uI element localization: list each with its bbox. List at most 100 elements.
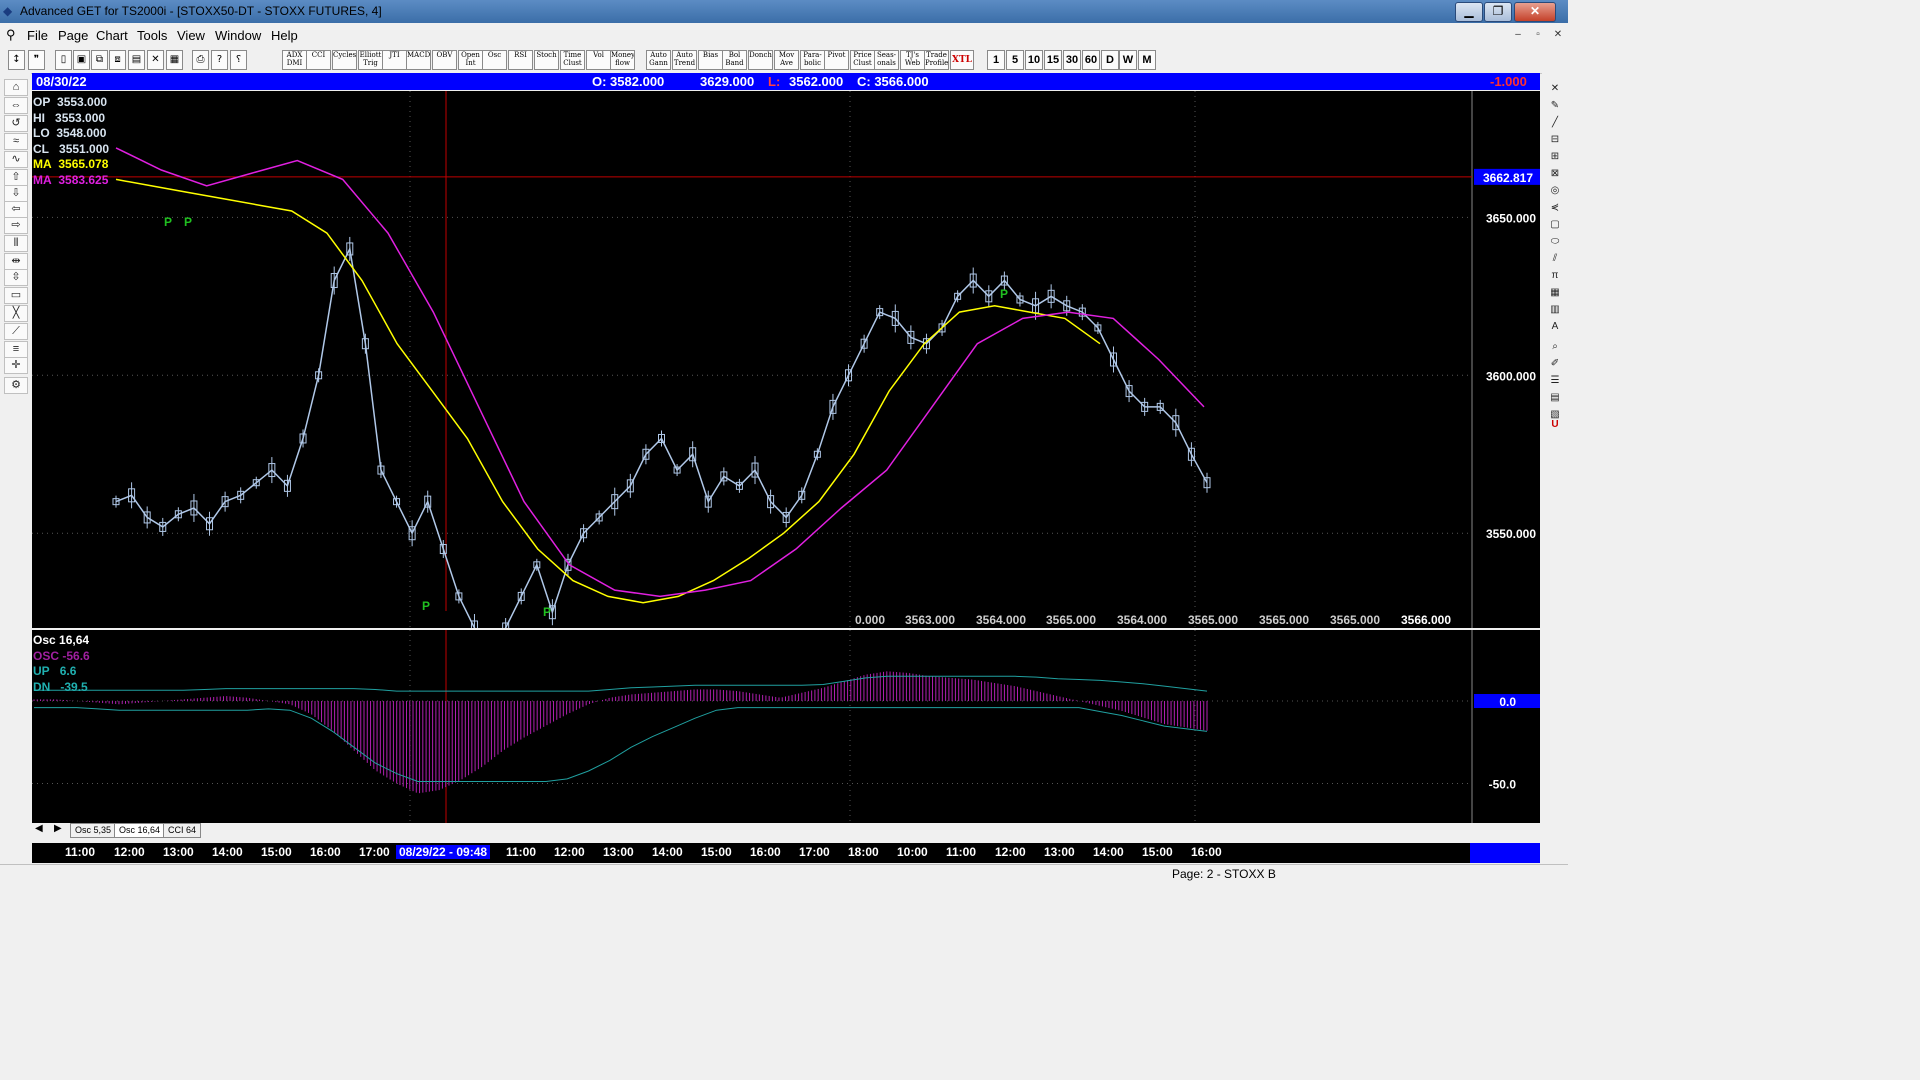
maximize-button[interactable]: ❐ xyxy=(1484,2,1512,22)
timeframe-button-15[interactable]: 15 xyxy=(1044,50,1062,70)
study-button-cci[interactable]: CCI xyxy=(306,50,331,70)
delete-icon[interactable]: ✕ xyxy=(147,50,164,70)
tab-osc-5-35[interactable]: Osc 5,35 xyxy=(70,823,117,838)
menu-window[interactable]: Window xyxy=(215,28,261,43)
mob-icon[interactable]: ▥ xyxy=(1546,302,1564,317)
study-button-price-clust[interactable]: Price Clust xyxy=(850,50,875,70)
marker-icon[interactable]: ✐ xyxy=(1546,356,1564,371)
crosshair-icon[interactable]: ✛ xyxy=(4,357,28,374)
study-button-obv[interactable]: OBV xyxy=(432,50,457,70)
tab-osc-16-64[interactable]: Osc 16,64 xyxy=(114,823,166,838)
elliott-icon[interactable]: ∿ xyxy=(4,151,28,168)
minimize-button[interactable]: ▁ xyxy=(1455,2,1483,22)
study-button-elliott-trig[interactable]: Elliott Trig xyxy=(358,50,383,70)
study-button-tj-s-web[interactable]: TJ's Web xyxy=(900,50,925,70)
document-icon[interactable]: ⚲ xyxy=(6,27,16,43)
undo-icon[interactable]: U xyxy=(1546,417,1564,432)
timeframe-button-w[interactable]: W xyxy=(1119,50,1137,70)
grid-icon[interactable]: ▦ xyxy=(166,50,183,70)
box-icon[interactable]: ▢ xyxy=(1546,217,1564,232)
window-icon[interactable]: ▭ xyxy=(4,287,28,304)
study-button-mov-ave[interactable]: Mov Ave xyxy=(774,50,799,70)
line-icon[interactable]: ╱ xyxy=(1546,115,1564,130)
tab-scroll-left-icon[interactable]: ◀ xyxy=(35,823,43,834)
mdi-close-button[interactable]: ✕ xyxy=(1550,27,1566,42)
timeframe-button-5[interactable]: 5 xyxy=(1006,50,1024,70)
close-button[interactable]: ✕ xyxy=(1514,2,1556,22)
study-button-money-flow[interactable]: Money flow xyxy=(610,50,635,70)
timeframe-button-d[interactable]: D xyxy=(1101,50,1119,70)
study-button-time-clust[interactable]: Time Clust xyxy=(560,50,585,70)
menu-tools[interactable]: Tools xyxy=(137,28,167,43)
compress-icon[interactable]: ⫴ xyxy=(4,235,28,252)
study-button-vol[interactable]: Vol xyxy=(586,50,611,70)
pencil-icon[interactable]: ✎ xyxy=(1546,98,1564,113)
arrow-right-icon[interactable]: ⇨ xyxy=(4,217,28,234)
fib-extension-icon[interactable]: ⊞ xyxy=(1546,149,1564,164)
fan-icon[interactable]: ⋞ xyxy=(1546,200,1564,215)
channel-icon[interactable]: ⫽ xyxy=(1546,251,1564,266)
study-button-macd[interactable]: MACD xyxy=(406,50,431,70)
study-button-seas-onals[interactable]: Seas- onals xyxy=(874,50,899,70)
printer-icon[interactable]: ⎙ xyxy=(192,50,209,70)
study-button-open-int[interactable]: Open Int xyxy=(458,50,483,70)
study-button-bias[interactable]: Bias xyxy=(698,50,723,70)
magnifier-icon[interactable]: ⌕ xyxy=(1546,339,1564,354)
mdi-minimize-button[interactable]: – xyxy=(1510,27,1526,42)
study-button-auto-trend[interactable]: Auto Trend xyxy=(672,50,697,70)
study-button-adx-dmi[interactable]: ADX DMI xyxy=(282,50,307,70)
study-button-stoch[interactable]: Stoch xyxy=(534,50,559,70)
fib-icon[interactable]: ≡ xyxy=(4,341,28,358)
context-help-icon[interactable]: ⸮ xyxy=(230,50,247,70)
text-icon[interactable]: A xyxy=(1546,319,1564,334)
cross-icon[interactable]: ✕ xyxy=(1546,81,1564,96)
gann-icon[interactable]: ⟋ xyxy=(4,323,28,340)
arrow-left-icon[interactable]: ⇦ xyxy=(4,201,28,218)
tab-scroll-right-icon[interactable]: ▶ xyxy=(54,823,62,834)
study-button-trade-profile[interactable]: Trade Profile xyxy=(924,50,949,70)
quote-icon[interactable]: ❞ xyxy=(28,50,45,70)
expand-horizontal-icon[interactable]: ⇹ xyxy=(4,253,28,270)
fib-time-icon[interactable]: ⊠ xyxy=(1546,166,1564,181)
pointer-icon[interactable]: ↕ xyxy=(8,50,25,70)
timeframe-button-m[interactable]: M xyxy=(1138,50,1156,70)
study-button-auto-gann[interactable]: Auto Gann xyxy=(646,50,671,70)
calculator-icon[interactable]: ▤ xyxy=(1546,390,1564,405)
menu-help[interactable]: Help xyxy=(271,28,298,43)
study-icon[interactable]: ≈ xyxy=(4,133,28,150)
reset-icon[interactable]: ↺ xyxy=(4,115,28,132)
menu-chart[interactable]: Chart xyxy=(96,28,128,43)
list-icon[interactable]: ☰ xyxy=(1546,373,1564,388)
study-button-bol-band[interactable]: Bol Band xyxy=(722,50,747,70)
toolbox-icon[interactable]: ⌂ xyxy=(4,79,28,96)
timeframe-button-30[interactable]: 30 xyxy=(1063,50,1081,70)
arrow-down-icon[interactable]: ⇩ xyxy=(4,185,28,202)
timeframe-button-60[interactable]: 60 xyxy=(1082,50,1100,70)
price-chart[interactable]: 3662.817 3650.000 3600.000 3550.000 P P P P P 0.0… xyxy=(32,91,1540,628)
cycle-icon[interactable]: ◎ xyxy=(1546,183,1564,198)
study-button-xtl[interactable]: XTL xyxy=(950,50,974,70)
pti-icon[interactable]: π xyxy=(1546,268,1564,283)
study-button-jti[interactable]: JTI xyxy=(382,50,407,70)
print-preview-icon[interactable]: ⧉ xyxy=(91,50,108,70)
fib-retracement-icon[interactable]: ⊟ xyxy=(1546,132,1564,147)
new-icon[interactable]: ▯ xyxy=(55,50,72,70)
study-button-osc[interactable]: Osc xyxy=(482,50,507,70)
ellipse-icon[interactable]: ⬭ xyxy=(1546,234,1564,249)
expand-vertical-icon[interactable]: ⇳ xyxy=(4,269,28,286)
tab-cci-64[interactable]: CCI 64 xyxy=(163,823,202,838)
lines-icon[interactable]: ╳ xyxy=(4,305,28,322)
menu-file[interactable]: File xyxy=(27,28,48,43)
oscillator-panel[interactable]: 0.0 -50.0 Osc 16,64 OSC -56.6 UP 6.6 DN -… xyxy=(32,630,1540,823)
help-icon[interactable]: ? xyxy=(211,50,228,70)
study-button-cycles[interactable]: Cycles xyxy=(332,50,357,70)
grid-tool-icon[interactable]: ▦ xyxy=(1546,285,1564,300)
chart-icon[interactable]: ▤ xyxy=(128,50,145,70)
timeframe-button-1[interactable]: 1 xyxy=(987,50,1005,70)
zoom-icon[interactable]: ⇔ xyxy=(4,97,28,114)
study-button-para-bolic[interactable]: Para- bolic xyxy=(800,50,825,70)
copy-icon[interactable]: ⧈ xyxy=(109,50,126,70)
menu-page[interactable]: Page xyxy=(58,28,88,43)
study-button-donch[interactable]: Donch xyxy=(748,50,773,70)
timeframe-button-10[interactable]: 10 xyxy=(1025,50,1043,70)
